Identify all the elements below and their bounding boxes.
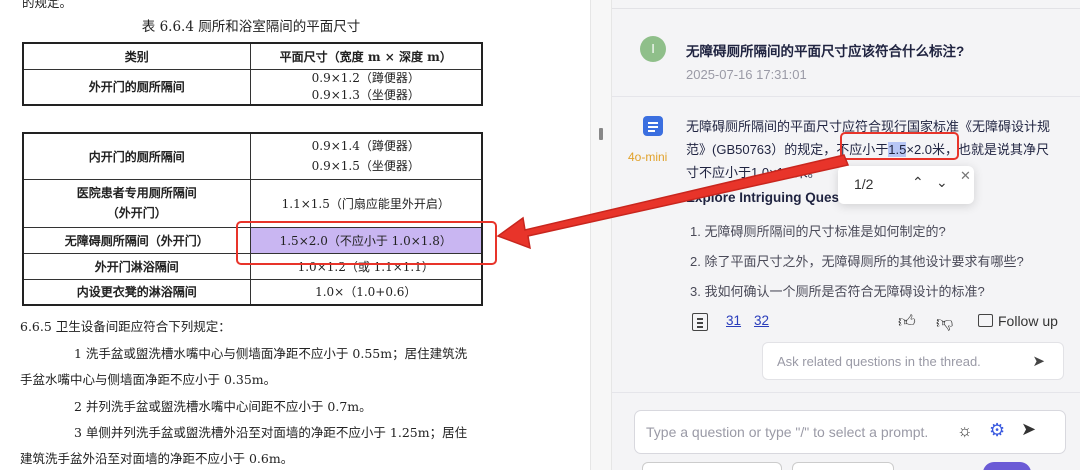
- top-border: [612, 8, 1080, 9]
- follow-up-button[interactable]: Follow up: [978, 313, 1058, 329]
- prompt-input[interactable]: Type a question or type "/" to select a …: [634, 410, 1066, 454]
- find-match-count: 1/2: [854, 176, 874, 192]
- related-input-placeholder: Ask related questions in the thread.: [777, 354, 981, 369]
- divider-grip-icon[interactable]: [599, 128, 603, 140]
- paragraph: 建筑洗手盆外沿至对面墙的净距不应小于 0.6m。: [20, 451, 294, 466]
- related-question[interactable]: 1. 无障碍厕所隔间的尺寸标准是如何制定的?: [690, 221, 946, 240]
- thumbs-up-icon[interactable]: 👍︎: [898, 311, 916, 332]
- row-size: 0.9×1.2（蹲便器） 0.9×1.3（坐便器）: [249, 68, 483, 106]
- annotation-box-document: [236, 221, 497, 265]
- prompt-placeholder: Type a question or type "/" to select a …: [646, 424, 929, 440]
- table-row: 内设更衣凳的淋浴隔间 1.0×（1.0+0.6）: [22, 278, 483, 306]
- row-category: 无障碍厕所隔间（外开门）: [22, 226, 251, 254]
- row-category: 外开门的厕所隔间: [22, 68, 251, 106]
- size-table-page2: 内开门的厕所隔间 0.9×1.4（蹲便器） 0.9×1.5（坐便器） 医院患者专…: [22, 132, 483, 306]
- paragraph: 2 并列洗手盆或盥洗槽水嘴中心间距不应小于 0.7m。: [74, 399, 372, 414]
- annotation-box-answer: [840, 132, 959, 160]
- paragraph: 6.6.5 卫生设备间距应符合下列规定：: [20, 319, 231, 334]
- gear-icon[interactable]: ⚙: [989, 420, 1005, 441]
- sources-icon[interactable]: [692, 313, 708, 331]
- mode-selector[interactable]: [792, 462, 894, 470]
- find-next-icon[interactable]: ⌄: [936, 174, 948, 191]
- table-header-size: 平面尺寸（宽度 m × 深度 m）: [249, 42, 483, 70]
- follow-up-icon: [978, 314, 993, 327]
- find-in-page-bar: 1/2 ⌃ ⌄ ✕: [838, 166, 974, 204]
- table-header-category: 类别: [22, 42, 251, 70]
- send-icon[interactable]: ➤: [1032, 352, 1045, 370]
- paragraph: 3 单侧并列洗手盆或盥洗槽外沿至对面墙的净距不应小于 1.25m；居住: [74, 425, 468, 440]
- table-row: 外开门的厕所隔间 0.9×1.2（蹲便器） 0.9×1.3（坐便器）: [22, 68, 483, 106]
- related-question[interactable]: 3. 我如何确认一个厕所是否符合无障碍设计的标准?: [690, 281, 985, 300]
- doc-top-fragment: 的规定。: [22, 0, 73, 10]
- thumbs-down-icon[interactable]: 👎︎: [936, 312, 953, 333]
- paragraph: 1 洗手盆或盥洗槽水嘴中心与侧墙面净距不应小于 0.55m；居住建筑洗: [74, 346, 468, 361]
- row-size: 1.1×1.5（门扇应能里外开启）: [249, 178, 483, 228]
- send-icon[interactable]: ➤: [1021, 419, 1036, 440]
- user-avatar: I: [640, 36, 666, 62]
- user-question: 无障碍厕所隔间的平面尺寸应该符合什么标注?: [686, 44, 965, 59]
- pane-divider[interactable]: [590, 0, 612, 470]
- row-size: 1.0×（1.0+0.6）: [249, 278, 483, 306]
- table-row: 内开门的厕所隔间 0.9×1.4（蹲便器） 0.9×1.5（坐便器）: [22, 132, 483, 180]
- row-size: 0.9×1.4（蹲便器） 0.9×1.5（坐便器）: [249, 132, 483, 180]
- assistant-doc-icon: [643, 116, 663, 136]
- related-question-input[interactable]: Ask related questions in the thread. ➤: [762, 342, 1064, 380]
- document-pane: 的规定。 表 6.6.4 厕所和浴室隔间的平面尺寸 类别 平面尺寸（宽度 m ×…: [0, 0, 590, 470]
- find-close-icon[interactable]: ✕: [960, 168, 971, 184]
- lightbulb-icon[interactable]: ☼: [957, 421, 973, 441]
- toggle-switch[interactable]: [983, 462, 1031, 470]
- row-category: 外开门淋浴隔间: [22, 252, 251, 280]
- divider: [612, 96, 1080, 97]
- row-category: 医院患者专用厕所隔间 （外开门）: [22, 178, 251, 228]
- model-selector[interactable]: [642, 462, 782, 470]
- model-label: 4o-mini: [628, 150, 668, 164]
- table-row: 医院患者专用厕所隔间 （外开门） 1.1×1.5（门扇应能里外开启）: [22, 178, 483, 228]
- paragraph: 手盆水嘴中心与侧墙面净距不应小于 0.35m。: [20, 372, 277, 387]
- source-link[interactable]: 31: [726, 313, 741, 328]
- row-category: 内开门的厕所隔间: [22, 132, 251, 180]
- size-table-page1: 类别 平面尺寸（宽度 m × 深度 m） 外开门的厕所隔间 0.9×1.2（蹲便…: [22, 42, 483, 106]
- source-link[interactable]: 32: [754, 313, 769, 328]
- chat-pane: I 无障碍厕所隔间的平面尺寸应该符合什么标注? 2025-07-16 17:31…: [612, 0, 1080, 470]
- row-category: 内设更衣凳的淋浴隔间: [22, 278, 251, 306]
- message-timestamp: 2025-07-16 17:31:01: [686, 67, 807, 82]
- table-caption: 表 6.6.4 厕所和浴室隔间的平面尺寸: [141, 19, 361, 35]
- related-question[interactable]: 2. 除了平面尺寸之外，无障碍厕所的其他设计要求有哪些?: [690, 251, 1024, 270]
- find-prev-icon[interactable]: ⌃: [912, 174, 924, 191]
- divider: [612, 392, 1080, 393]
